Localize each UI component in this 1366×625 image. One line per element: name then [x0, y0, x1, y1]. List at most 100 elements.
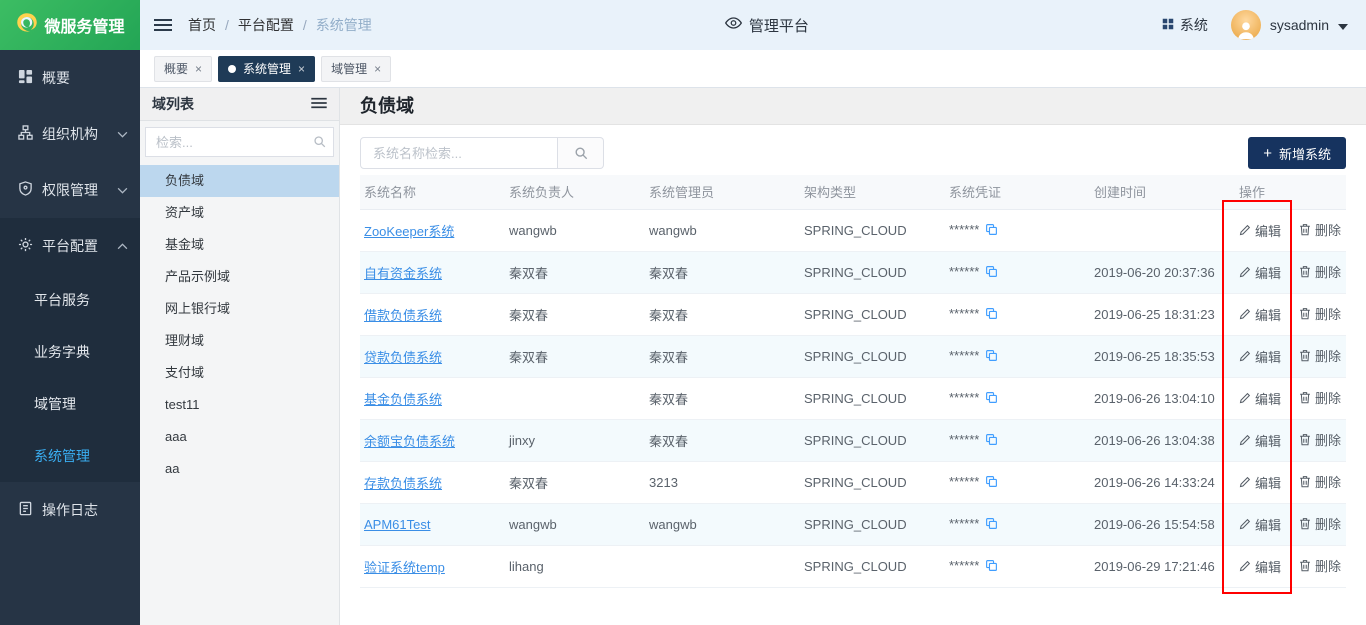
copy-icon[interactable] [985, 391, 998, 407]
username[interactable]: sysadmin [1270, 17, 1329, 33]
edit-button[interactable]: 编辑 [1239, 515, 1281, 534]
copy-icon[interactable] [985, 475, 998, 491]
copy-icon[interactable] [985, 559, 998, 575]
table-cell-owner [505, 377, 645, 419]
column-header: 系统管理员 [645, 175, 800, 209]
system-name-link[interactable]: 余额宝负债系统 [364, 434, 455, 449]
breadcrumb-platform-config[interactable]: 平台配置 [238, 15, 294, 35]
table-cell-arch: SPRING_CLOUD [800, 377, 945, 419]
domain-list-item[interactable]: test11 [140, 389, 339, 421]
system-name-link[interactable]: 自有资金系统 [364, 266, 442, 281]
system-name-link[interactable]: 存款负债系统 [364, 476, 442, 491]
edit-button[interactable]: 编辑 [1239, 263, 1281, 282]
chevron-down-icon[interactable] [1338, 17, 1348, 33]
system-switcher-label: 系统 [1180, 15, 1208, 35]
delete-button[interactable]: 删除 [1299, 346, 1341, 365]
search-button[interactable] [558, 137, 604, 169]
table-cell-created: 2019-06-25 18:35:53 [1090, 335, 1235, 377]
sidebar-item-label: 组织机构 [42, 124, 98, 144]
sidebar-item-overview[interactable]: 概要 [0, 50, 140, 106]
delete-button[interactable]: 删除 [1299, 514, 1341, 533]
sidebar-item-permissions[interactable]: 权限管理 [0, 162, 140, 218]
system-search-input[interactable] [360, 137, 558, 169]
delete-button[interactable]: 删除 [1299, 220, 1341, 239]
search-icon [313, 135, 326, 151]
close-icon[interactable]: × [374, 63, 381, 75]
delete-button[interactable]: 删除 [1299, 262, 1341, 281]
domain-list-item[interactable]: 理财域 [140, 325, 339, 357]
sidebar-item-system-management[interactable]: 系统管理 [0, 430, 140, 482]
system-name-link[interactable]: ZooKeeper系统 [364, 224, 454, 239]
tab-system-management[interactable]: 系统管理 × [218, 56, 315, 82]
table-row: 存款负债系统秦双春3213SPRING_CLOUD******2019-06-2… [360, 461, 1346, 503]
platform-title-label: 管理平台 [749, 15, 809, 36]
delete-button[interactable]: 删除 [1299, 388, 1341, 407]
domain-list-item[interactable]: 资产域 [140, 197, 339, 229]
avatar[interactable] [1231, 10, 1261, 40]
system-name-link[interactable]: 贷款负债系统 [364, 350, 442, 365]
copy-icon[interactable] [985, 223, 998, 239]
breadcrumb-home[interactable]: 首页 [188, 15, 216, 35]
table-cell-arch: SPRING_CLOUD [800, 251, 945, 293]
domain-panel-title: 域列表 [152, 94, 194, 114]
domain-list-item[interactable]: 基金域 [140, 229, 339, 261]
copy-icon[interactable] [985, 433, 998, 449]
sidebar-item-platform-services[interactable]: 平台服务 [0, 274, 140, 326]
edit-button[interactable]: 编辑 [1239, 221, 1281, 240]
system-switcher[interactable]: 系统 [1162, 15, 1208, 35]
table-cell-created: 2019-06-26 14:33:24 [1090, 461, 1235, 503]
copy-icon[interactable] [985, 349, 998, 365]
delete-button[interactable]: 删除 [1299, 472, 1341, 491]
domain-list-item[interactable]: 负债域 [140, 165, 339, 197]
grid-icon [1162, 17, 1174, 33]
domain-list-item[interactable]: 支付域 [140, 357, 339, 389]
sidebar-item-business-dictionary[interactable]: 业务字典 [0, 326, 140, 378]
edit-button[interactable]: 编辑 [1239, 557, 1281, 576]
sidebar-item-operation-log[interactable]: 操作日志 [0, 482, 140, 538]
panel-menu-icon[interactable] [311, 96, 327, 112]
domain-search-input[interactable] [145, 127, 334, 157]
system-name-link[interactable]: 借款负债系统 [364, 308, 442, 323]
table-cell-admin: wangwb [645, 209, 800, 251]
system-name-link[interactable]: 基金负债系统 [364, 392, 442, 407]
system-name-link[interactable]: 验证系统temp [364, 560, 445, 575]
system-name-link[interactable]: APM61Test [364, 517, 430, 532]
domain-list-item[interactable]: 产品示例域 [140, 261, 339, 293]
edit-button[interactable]: 编辑 [1239, 473, 1281, 492]
sidebar-item-domain-management[interactable]: 域管理 [0, 378, 140, 430]
delete-button[interactable]: 删除 [1299, 304, 1341, 323]
edit-button[interactable]: 编辑 [1239, 431, 1281, 450]
domain-list-panel: 域列表 负债域资产域基金域产品示例域网上银行域理财域支付域test11aaaaa [140, 88, 340, 625]
edit-button[interactable]: 编辑 [1239, 305, 1281, 324]
copy-icon[interactable] [985, 307, 998, 323]
add-system-button[interactable]: + 新增系统 [1248, 137, 1346, 169]
copy-icon[interactable] [985, 517, 998, 533]
column-header: 架构类型 [800, 175, 945, 209]
domain-list-item[interactable]: 网上银行域 [140, 293, 339, 325]
delete-button[interactable]: 删除 [1299, 556, 1341, 575]
domain-list-item[interactable]: aaa [140, 421, 339, 453]
copy-icon[interactable] [985, 265, 998, 281]
sidebar-toggle-icon[interactable] [154, 18, 172, 32]
credential-mask: ****** [949, 264, 979, 279]
close-icon[interactable]: × [195, 63, 202, 75]
tab-label: 域管理 [331, 60, 367, 77]
edit-button[interactable]: 编辑 [1239, 389, 1281, 408]
toolbar: + 新增系统 [360, 137, 1346, 169]
systems-table: 系统名称系统负责人系统管理员架构类型系统凭证创建时间操作 ZooKeeper系统… [360, 175, 1346, 588]
table-cell-actions: 编辑删除 [1235, 545, 1346, 587]
table-cell-credential: ****** [945, 545, 1090, 587]
tab-domain-management[interactable]: 域管理 × [321, 56, 391, 82]
table-cell-actions: 编辑删除 [1235, 251, 1346, 293]
edit-button[interactable]: 编辑 [1239, 347, 1281, 366]
table-cell-created: 2019-06-26 13:04:38 [1090, 419, 1235, 461]
delete-button[interactable]: 删除 [1299, 430, 1341, 449]
table-cell-owner: wangwb [505, 209, 645, 251]
shield-icon [18, 181, 33, 199]
credential-mask: ****** [949, 558, 979, 573]
sidebar-item-organization[interactable]: 组织机构 [0, 106, 140, 162]
sidebar-item-platform-config[interactable]: 平台配置 [0, 218, 140, 274]
domain-list-item[interactable]: aa [140, 453, 339, 485]
close-icon[interactable]: × [298, 63, 305, 75]
tab-overview[interactable]: 概要 × [154, 56, 212, 82]
